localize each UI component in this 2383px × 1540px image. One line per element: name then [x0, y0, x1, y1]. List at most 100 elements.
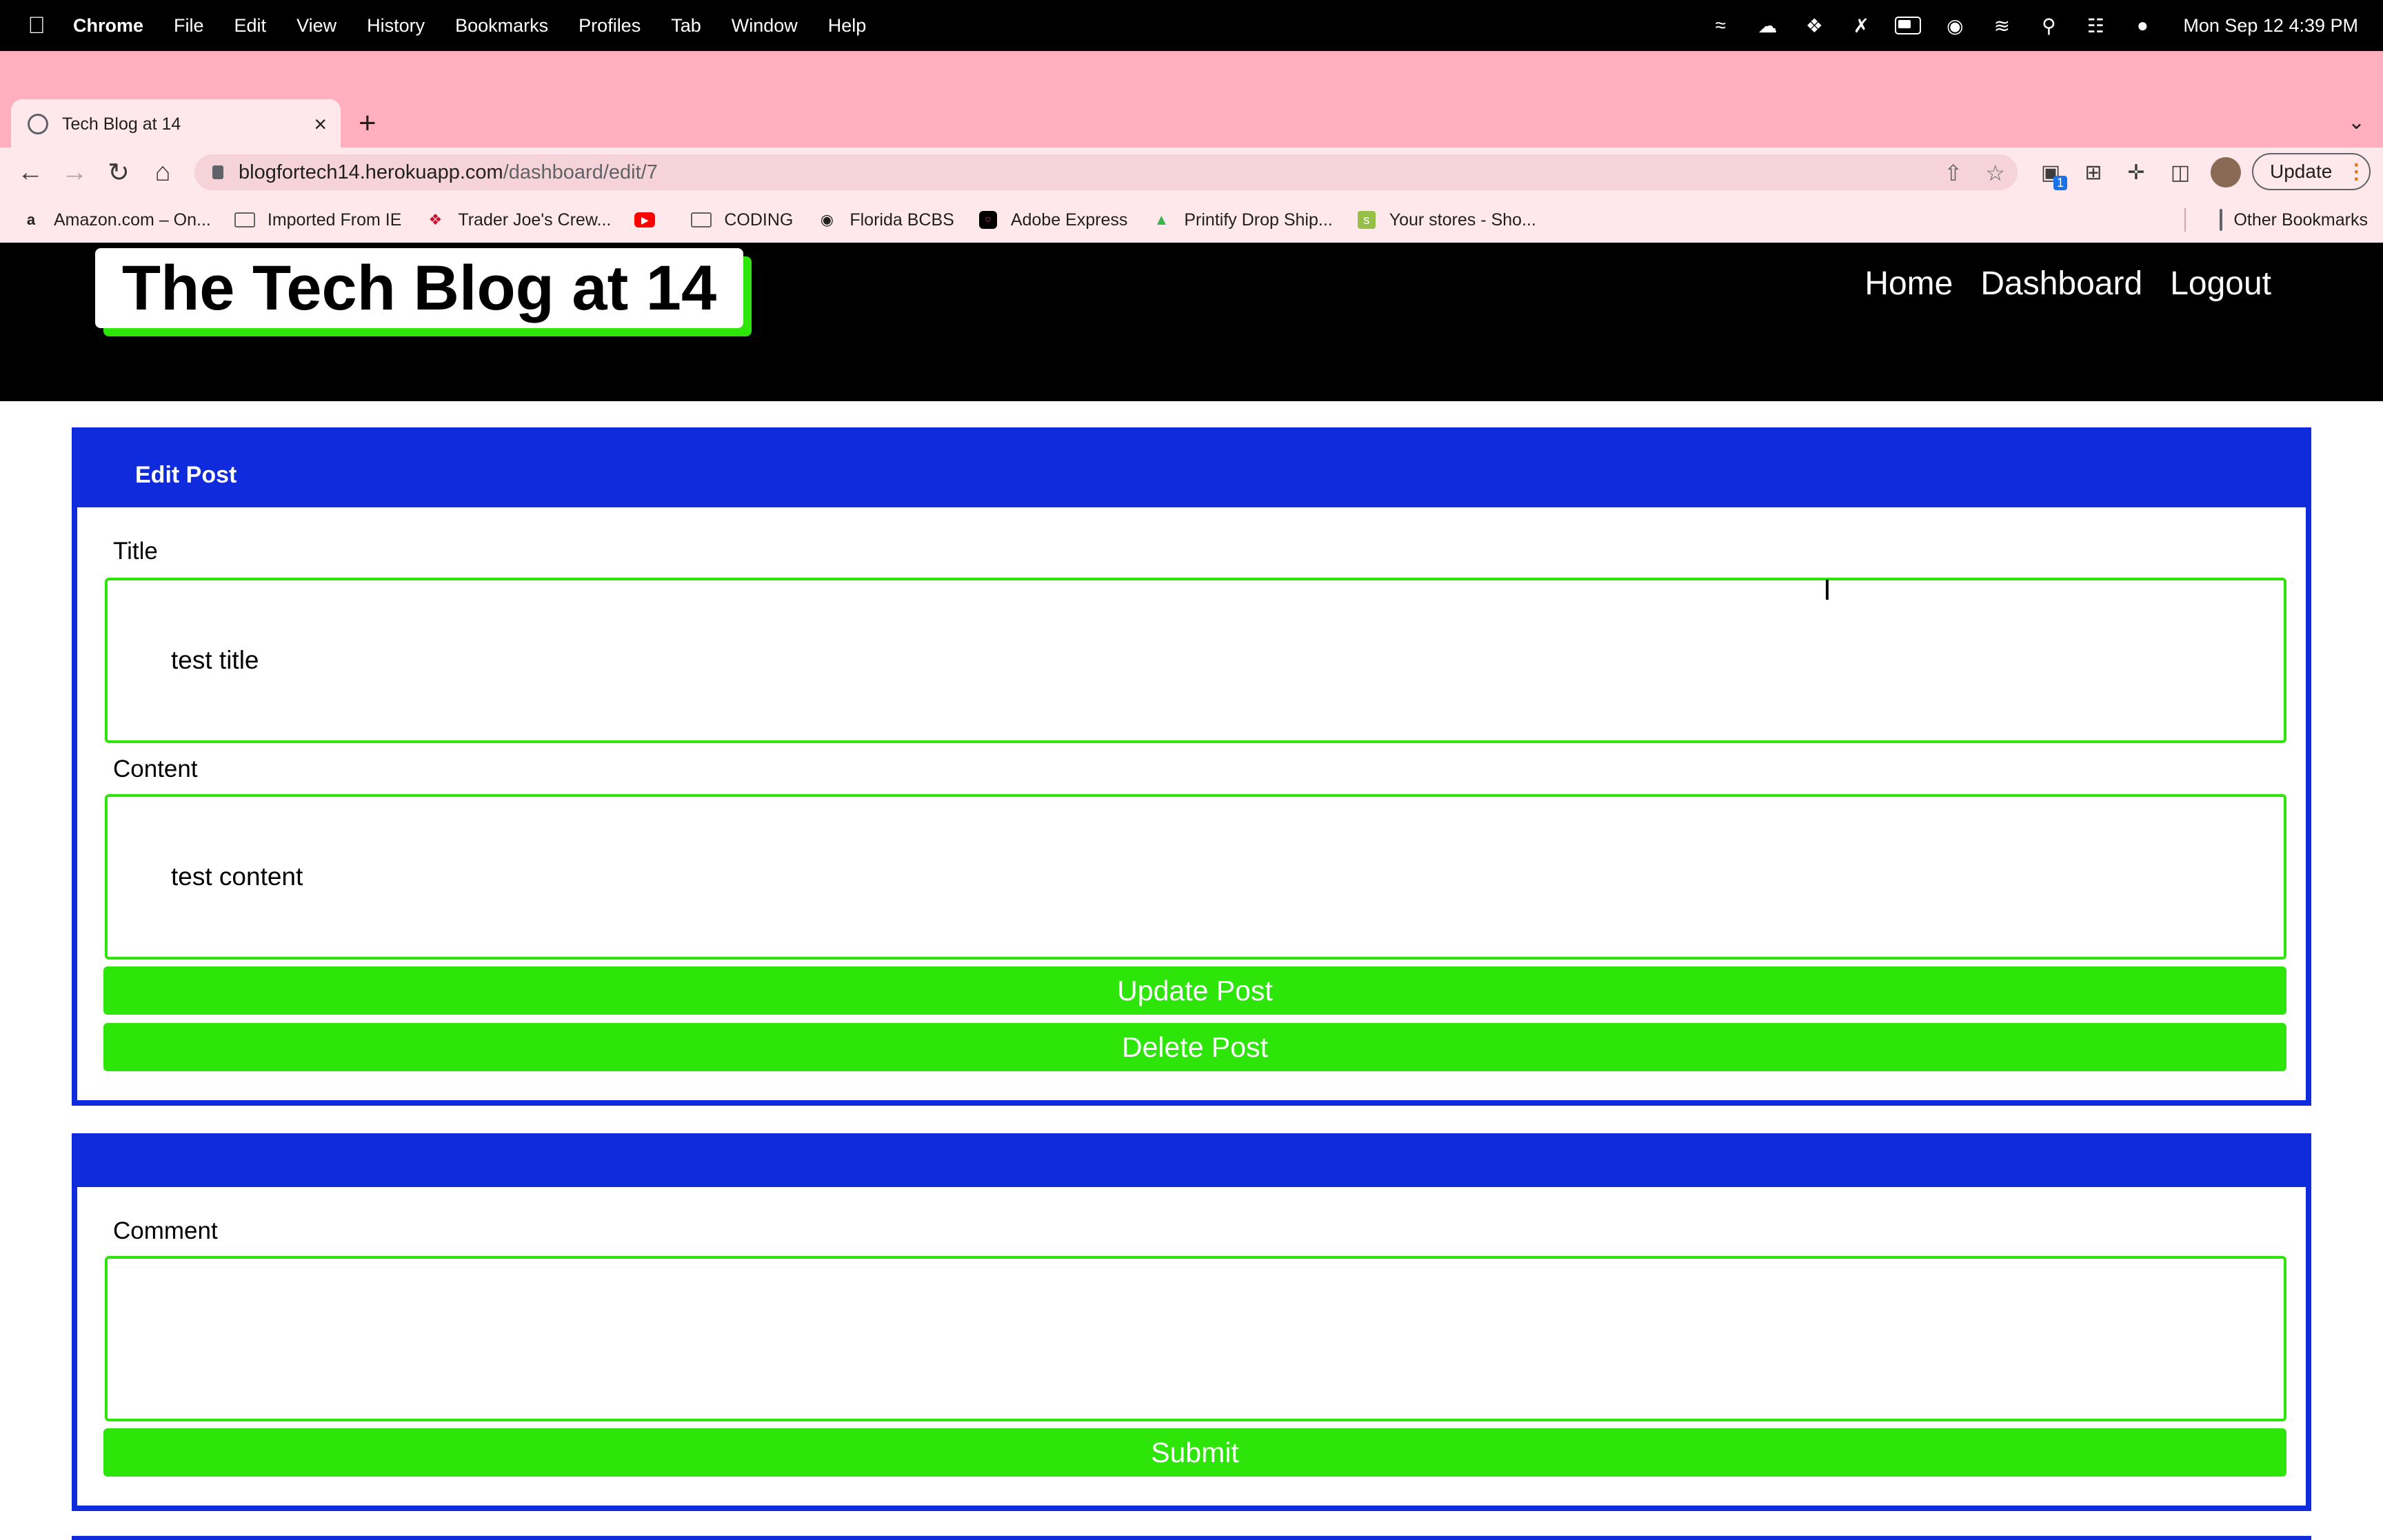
next-card-edge [72, 1536, 2311, 1540]
browser-tabstrip: Tech Blog at 14 × + ⌄ [0, 51, 2383, 149]
control-center-icon[interactable]: ☷ [2082, 12, 2109, 39]
submit-comment-button[interactable]: Submit [103, 1428, 2286, 1477]
bookmark-florida-bcbs[interactable]: ◉ Florida BCBS [816, 210, 954, 230]
dropbox-icon[interactable]: ❖ [1801, 12, 1827, 39]
bookmark-label: Florida BCBS [849, 210, 954, 230]
site-logo[interactable]: The Tech Blog at 14 [95, 248, 752, 336]
address-bar[interactable]: blogfortech14.herokuapp.com/dashboard/ed… [194, 154, 2018, 190]
site-header: The Tech Blog at 14 Home Dashboard Logou… [0, 243, 2383, 401]
bookmark-coding[interactable]: CODING [691, 210, 793, 230]
extension-badge-count: 1 [2053, 176, 2067, 190]
update-post-button[interactable]: Update Post [103, 966, 2286, 1015]
comment-card: Comment Submit [72, 1133, 2311, 1511]
bookmarks-bar: a Amazon.com – On... Imported From IE ❖ … [0, 197, 2383, 243]
menu-app-name[interactable]: Chrome [73, 15, 143, 37]
url-path: /dashboard/edit/7 [503, 161, 658, 183]
bookmark-shopify[interactable]: s Your stores - Sho... [1356, 210, 1536, 230]
folder-icon [234, 211, 255, 229]
update-label: Update [2270, 161, 2333, 182]
bookmarks-separator [2184, 208, 2186, 232]
new-tab-icon[interactable]: + [359, 106, 376, 141]
wifi-icon[interactable]: ≋ [1989, 12, 2015, 39]
profile-avatar[interactable] [2211, 157, 2241, 188]
nav-home-link[interactable]: Home [1864, 265, 1953, 303]
adobe-express-icon: ○ [978, 211, 998, 229]
youtube-icon: ▶ [634, 211, 656, 229]
macos-menu-bar:  Chrome File Edit View History Bookmark… [0, 0, 2383, 51]
reload-icon[interactable]: ↻ [102, 156, 135, 189]
menu-help[interactable]: Help [828, 15, 867, 37]
globe-icon [28, 114, 48, 134]
globe-icon: ◉ [820, 211, 834, 228]
scrivener-icon[interactable]: ≈ [1707, 12, 1733, 39]
bookmark-label: Trader Joe's Crew... [458, 210, 612, 230]
url-host: blogfortech14.herokuapp.com [239, 161, 503, 183]
bookmark-label: Other Bookmarks [2233, 210, 2368, 230]
user-icon[interactable]: ◉ [1942, 12, 1968, 39]
tab-title: Tech Blog at 14 [62, 114, 181, 134]
menu-profiles[interactable]: Profiles [579, 15, 641, 37]
bookmark-other-bookmarks[interactable]: Other Bookmarks [2220, 197, 2368, 243]
browser-toolbar: ← → ↻ ⌂ blogfortech14.herokuapp.com/dash… [0, 148, 2383, 197]
comment-input[interactable] [105, 1256, 2286, 1421]
home-icon[interactable]: ⌂ [146, 156, 179, 189]
bookmark-imported-from-ie[interactable]: Imported From IE [234, 210, 401, 230]
siri-icon[interactable]: ● [2129, 12, 2155, 39]
site-nav: Home Dashboard Logout [1864, 265, 2271, 303]
traderjoes-icon: ❖ [428, 211, 443, 228]
bookmark-label: Amazon.com – On... [54, 210, 211, 230]
bookmark-printify[interactable]: ▲ Printify Drop Ship... [1151, 210, 1332, 230]
share-icon[interactable]: ⇧ [1944, 160, 1962, 186]
nav-dashboard-link[interactable]: Dashboard [1980, 265, 2142, 303]
bookmark-label: CODING [724, 210, 794, 230]
chevron-down-icon[interactable]: ⌄ [2348, 110, 2365, 134]
bookmark-amazon[interactable]: a Amazon.com – On... [21, 210, 211, 230]
kebab-menu-icon[interactable]: ⋮ [2346, 160, 2366, 184]
extension-badge-icon[interactable]: ▣ 1 [2035, 157, 2067, 190]
nav-logout-link[interactable]: Logout [2170, 265, 2271, 303]
text-cursor-icon: I [1823, 575, 1831, 607]
back-arrow-icon[interactable]: ← [14, 156, 47, 189]
amazon-icon: a [26, 211, 36, 228]
edit-post-card: Edit Post Title test title Content test … [72, 427, 2311, 1106]
menubar-clock[interactable]: Mon Sep 12 4:39 PM [2183, 15, 2358, 37]
content-input-value: test content [171, 862, 303, 891]
folder-icon [2220, 208, 2223, 231]
tab-search-icon[interactable]: ⊞ [2078, 157, 2109, 188]
content-input[interactable]: test content [105, 794, 2286, 960]
printify-icon: ▲ [1154, 211, 1169, 228]
bookmark-adobe-express[interactable]: ○ Adobe Express [978, 210, 1127, 230]
bluetooth-icon[interactable]: ✗ [1848, 12, 1874, 39]
status-area: ≈ ☁ ❖ ✗ ◉ ≋ ⚲ ☷ ● Mon Sep 12 4:39 PM [1707, 0, 2358, 51]
menu-edit[interactable]: Edit [234, 15, 267, 37]
extensions-puzzle-icon[interactable]: ✛ [2121, 157, 2151, 188]
lock-icon[interactable] [212, 165, 223, 179]
bookmark-trader-joes[interactable]: ❖ Trader Joe's Crew... [425, 210, 612, 230]
menu-history[interactable]: History [367, 15, 425, 37]
spotlight-search-icon[interactable]: ⚲ [2035, 12, 2062, 39]
battery-icon[interactable] [1895, 12, 1922, 39]
creative-cloud-icon[interactable]: ☁ [1754, 12, 1780, 39]
menu-file[interactable]: File [174, 15, 204, 37]
forward-arrow-icon[interactable]: → [58, 156, 91, 189]
side-panel-icon[interactable]: ◫ [2165, 157, 2195, 188]
menu-view[interactable]: View [296, 15, 336, 37]
tab-tech-blog[interactable]: Tech Blog at 14 × [11, 99, 341, 149]
title-input[interactable]: test title [105, 578, 2286, 743]
site-logo-text: The Tech Blog at 14 [95, 248, 743, 328]
comment-card-header [77, 1139, 2306, 1187]
bookmark-youtube[interactable]: ▶ [634, 211, 667, 229]
shopify-icon: s [1356, 211, 1377, 229]
close-tab-icon[interactable]: × [314, 112, 327, 137]
apple-icon[interactable]:  [26, 12, 47, 39]
delete-post-button[interactable]: Delete Post [103, 1023, 2286, 1071]
bookmark-label: Printify Drop Ship... [1184, 210, 1333, 230]
menu-tab[interactable]: Tab [671, 15, 701, 37]
comment-label: Comment [113, 1217, 218, 1244]
bookmark-star-icon[interactable]: ☆ [1985, 160, 2005, 186]
address-url[interactable]: blogfortech14.herokuapp.com/dashboard/ed… [239, 161, 658, 184]
menu-window[interactable]: Window [732, 15, 798, 37]
chrome-update-button[interactable]: Update ⋮ [2252, 153, 2371, 190]
menu-bookmarks[interactable]: Bookmarks [455, 15, 548, 37]
content-label: Content [113, 756, 198, 782]
